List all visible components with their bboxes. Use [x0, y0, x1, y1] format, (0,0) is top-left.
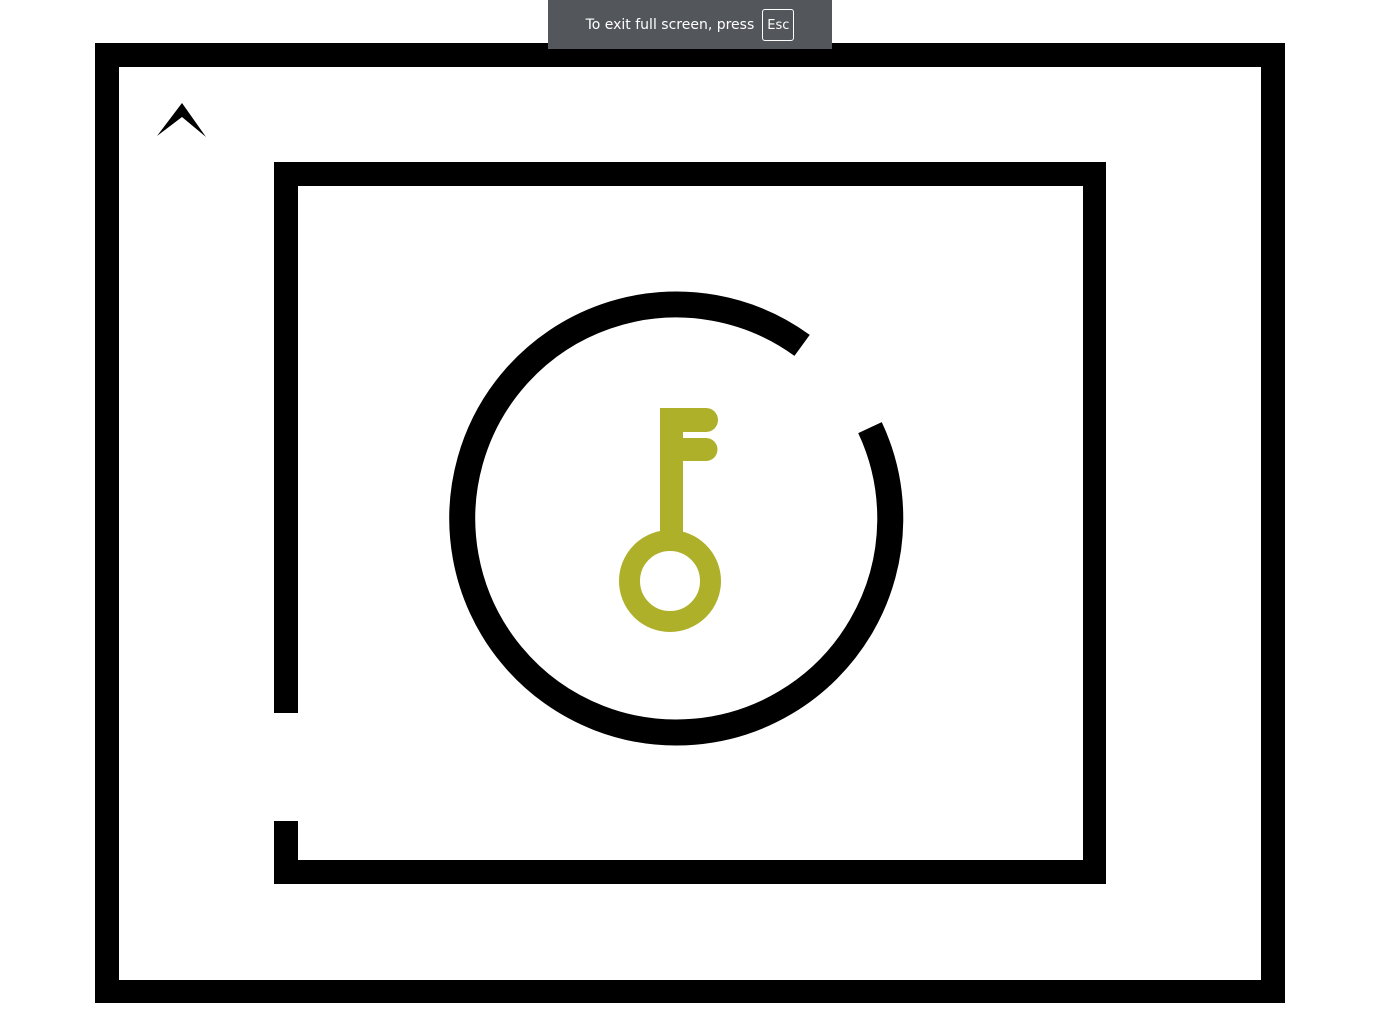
game-board[interactable] — [0, 0, 1377, 1034]
inner-wall-left-upper — [274, 162, 298, 713]
inner-wall-top — [274, 162, 1106, 186]
fullscreen-exit-notice: To exit full screen, press Esc — [548, 0, 832, 49]
outer-wall — [95, 43, 1285, 1003]
player-chevron-icon[interactable] — [157, 103, 206, 137]
esc-key-badge: Esc — [762, 8, 795, 41]
key-tooth-lower — [660, 438, 718, 461]
key-ring — [619, 530, 721, 632]
fullscreen-notice-text: To exit full screen, press — [585, 16, 755, 33]
key-tooth-upper — [660, 408, 718, 432]
key-icon[interactable] — [619, 408, 721, 632]
inner-wall-right — [1083, 162, 1106, 884]
inner-wall-bottom — [274, 860, 1106, 884]
inner-wall-left-lower — [274, 821, 298, 884]
